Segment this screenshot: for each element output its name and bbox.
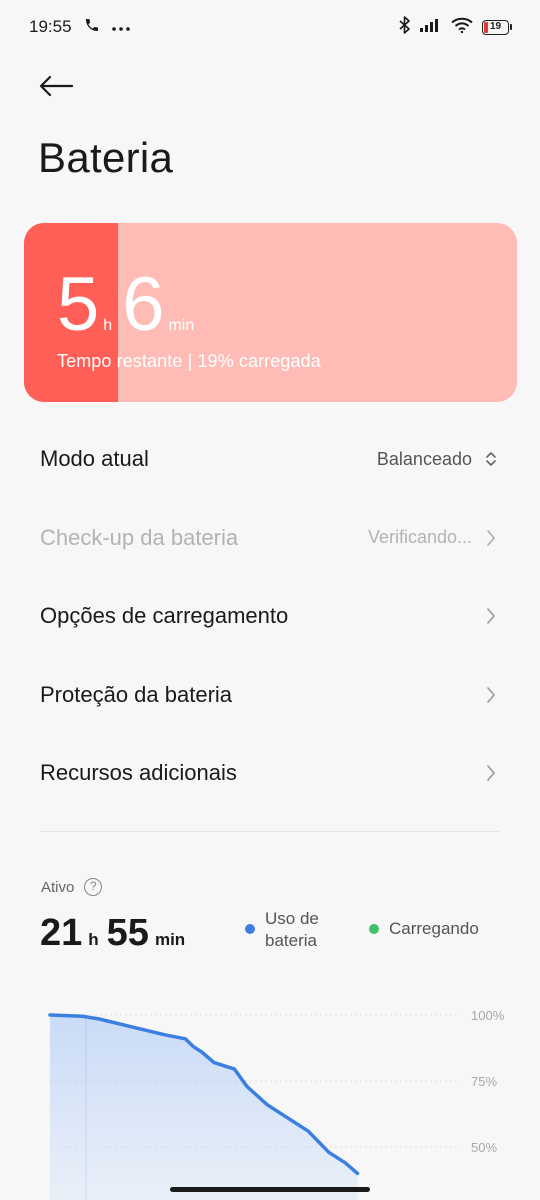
setting-right	[484, 763, 498, 783]
setting-label: Recursos adicionais	[40, 760, 237, 786]
status-left: 19:55	[29, 17, 130, 38]
status-time: 19:55	[29, 17, 72, 36]
cellular-signal-icon	[420, 17, 442, 38]
divider	[40, 831, 500, 832]
remaining-time-card: 5 h 6 min Tempo restante | 19% carregada	[24, 223, 517, 402]
active-label: Ativo	[41, 878, 75, 896]
active-minutes: 55	[106, 912, 149, 954]
chevron-right-icon	[484, 528, 498, 548]
chart-y-tick-label: 50%	[471, 1140, 497, 1155]
legend-usage-label: Uso de bateria	[265, 909, 319, 950]
bluetooth-icon	[399, 15, 411, 39]
setting-charging-options[interactable]: Opções de carregamento	[0, 577, 540, 656]
remaining-time-content: 5 h 6 min Tempo restante | 19% carregada	[57, 263, 321, 372]
chart-y-tick-label: 75%	[471, 1074, 497, 1089]
legend-charging-dot	[369, 924, 379, 934]
active-minutes-unit: min	[154, 930, 186, 949]
setting-current-mode[interactable]: Modo atual Balanceado	[0, 420, 540, 499]
battery-tip	[510, 24, 512, 30]
legend-usage-dot	[245, 924, 255, 934]
active-time: 21 h 55 min	[40, 912, 193, 955]
active-hours: 21	[40, 912, 83, 954]
setting-right	[484, 606, 498, 626]
setting-value: Balanceado	[376, 448, 472, 469]
battery-usage-chart: 100% 75% 50%	[48, 1008, 505, 1200]
setting-right: Verificando...	[368, 527, 498, 548]
setting-label: Opções de carregamento	[40, 603, 289, 629]
setting-value: Verificando...	[367, 527, 472, 548]
remaining-time: 5 h 6 min	[57, 263, 321, 347]
battery-body: 19	[482, 19, 509, 35]
setting-battery-checkup[interactable]: Check-up da bateria Verificando...	[0, 499, 540, 578]
setting-label: Modo atual	[40, 446, 149, 472]
back-button[interactable]	[36, 66, 76, 106]
remaining-hours-unit: h	[103, 317, 113, 334]
battery-level-text: 19	[489, 20, 502, 32]
legend-charging: Carregando	[369, 918, 479, 940]
phone-call-icon	[84, 17, 100, 38]
up-down-chevron-icon	[484, 449, 498, 469]
status-right: 19	[399, 15, 512, 39]
help-icon[interactable]: ?	[84, 878, 103, 896]
status-bar: 19:55 19	[0, 0, 540, 54]
home-indicator	[170, 1187, 370, 1192]
page-title: Bateria	[38, 134, 174, 181]
chevron-right-icon	[484, 685, 498, 705]
legend-battery-usage: Uso de bateria	[245, 908, 345, 952]
setting-right: Balanceado	[377, 449, 498, 470]
setting-label: Check-up da bateria	[40, 524, 239, 550]
setting-label: Proteção da bateria	[40, 681, 233, 707]
chevron-right-icon	[484, 763, 498, 783]
back-arrow-icon	[39, 75, 73, 97]
setting-additional-resources[interactable]: Recursos adicionais	[0, 734, 540, 813]
setting-battery-protection[interactable]: Proteção da bateria	[0, 656, 540, 735]
setting-right	[484, 685, 498, 705]
legend-charging-label: Carregando	[389, 919, 479, 938]
settings-list: Modo atual Balanceado Check-up da bateri…	[0, 420, 540, 813]
remaining-hours: 5	[57, 262, 100, 347]
more-notifications-icon	[111, 17, 130, 37]
chevron-right-icon	[484, 606, 498, 626]
remaining-time-subtitle: Tempo restante | 19% carregada	[57, 351, 321, 371]
remaining-minutes-unit: min	[168, 317, 195, 334]
active-label-row: Ativo ?	[41, 878, 103, 896]
chart-area-battery-usage	[50, 1015, 358, 1200]
battery-status-icon: 19	[482, 19, 512, 35]
chart-y-tick-label: 100%	[471, 1008, 505, 1023]
wifi-icon	[451, 17, 473, 38]
active-hours-unit: h	[88, 930, 99, 949]
remaining-minutes: 6	[122, 262, 165, 347]
